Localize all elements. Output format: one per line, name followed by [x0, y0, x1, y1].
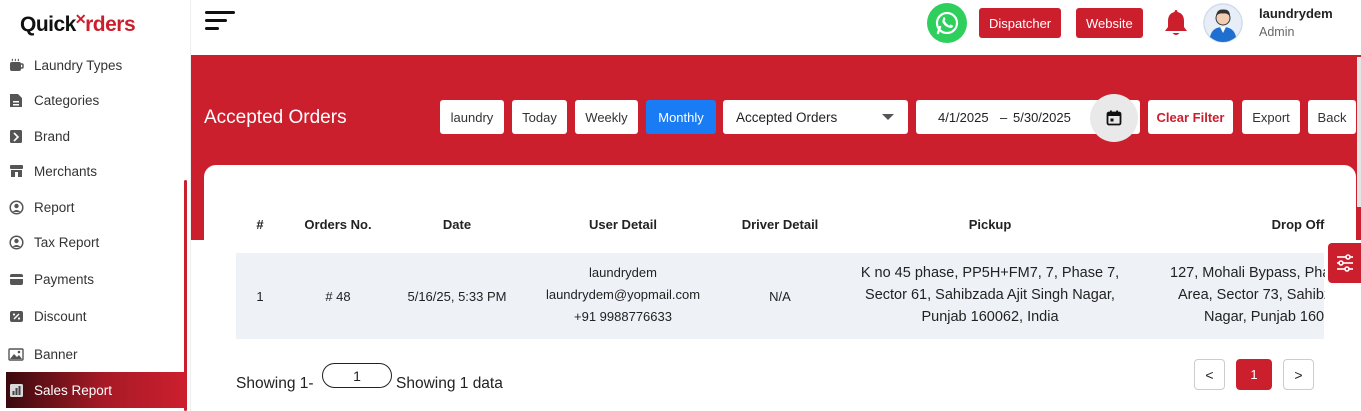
row-user-detail: laundrydem laundrydem@yopmail.com +91 99… [528, 262, 718, 328]
settings-sliders-icon[interactable] [1328, 243, 1361, 283]
sidebar-item-label: Merchants [34, 163, 98, 179]
sidebar-item-sales-report[interactable]: Sales Report [6, 372, 186, 408]
row-drop-off: 127, Mohali Bypass, Pha Area, Sector 73,… [1160, 262, 1325, 328]
notification-bell-icon[interactable] [1163, 8, 1189, 38]
avatar[interactable] [1203, 3, 1243, 43]
report-icon [8, 199, 24, 215]
row-pickup: K no 45 phase, PP5H+FM7, 7, Phase 7, Sec… [840, 262, 1140, 328]
sidebar-item-label: Sales Report [34, 382, 113, 398]
row-pickup-line: K no 45 phase, PP5H+FM7, 7, Phase 7, [860, 265, 1120, 281]
row-user-name: laundrydem [589, 265, 657, 280]
prev-page-button[interactable]: < [1194, 359, 1225, 390]
column-header-pickup: Pickup [968, 217, 1012, 232]
page-scrollbar[interactable] [1357, 57, 1361, 207]
calendar-icon[interactable] [1090, 94, 1138, 142]
column-header-drop-off: Drop Off [1271, 217, 1325, 232]
banner-icon [8, 346, 24, 362]
row-pickup-line: Punjab 160062, India [921, 309, 1059, 325]
brand-logo-part2: rders [85, 13, 136, 36]
merchants-icon [8, 163, 24, 179]
column-header-date: Date [442, 217, 472, 232]
sidebar-item-discount[interactable]: Discount [0, 298, 184, 334]
sidebar-item-banner[interactable]: Banner [0, 336, 184, 372]
sidebar-item-label: Categories [34, 92, 100, 108]
showing-suffix: Showing 1 data [396, 375, 503, 392]
dispatcher-button[interactable]: Dispatcher [979, 8, 1062, 38]
filter-monthly-button[interactable]: Monthly [646, 100, 716, 134]
row-user-email: laundrydem@yopmail.com [545, 287, 701, 302]
export-button[interactable]: Export [1242, 100, 1300, 134]
row-driver-detail: N/A [769, 289, 791, 304]
whatsapp-icon[interactable] [927, 3, 967, 43]
laundry-icon [8, 57, 24, 73]
tax-report-icon [8, 234, 24, 250]
brand-icon [8, 128, 24, 144]
topbar: Dispatcher Website laundrydem Admin [191, 0, 1361, 55]
back-button[interactable]: Back [1308, 100, 1356, 134]
page-size-input[interactable] [322, 363, 392, 388]
date-separator: – [1000, 110, 1008, 125]
row-user-phone: +91 9988776633 [574, 309, 672, 324]
brand-logo-part1: Quick [20, 13, 76, 36]
user-name: laundrydem [1259, 6, 1333, 21]
chevron-down-icon [882, 114, 894, 120]
row-drop-line: 127, Mohali Bypass, Pha [1170, 265, 1325, 281]
sidebar-item-tax-report[interactable]: Tax Report [0, 224, 184, 260]
sidebar: Quick ✕ rders Laundry Types Categories Bra… [0, 0, 191, 411]
discount-icon [8, 308, 24, 324]
sidebar-item-payments[interactable]: Payments [0, 261, 184, 297]
sidebar-item-label: Payments [34, 271, 95, 287]
filter-laundry-button[interactable]: laundry [440, 100, 504, 134]
column-header-order-no: Orders No. [304, 217, 372, 232]
brand-logo[interactable]: Quick ✕ rders [20, 10, 136, 40]
sidebar-item-label: Discount [34, 308, 87, 324]
row-drop-line: Nagar, Punjab 160 [1204, 309, 1325, 325]
row-drop-line: Area, Sector 73, Sahibz [1178, 287, 1325, 303]
menu-toggle-icon[interactable] [205, 11, 237, 35]
filter-weekly-button[interactable]: Weekly [575, 100, 638, 134]
sidebar-scrollbar[interactable] [184, 180, 187, 411]
date-from: 4/1/2025 [938, 110, 989, 125]
status-select-value: Accepted Orders [736, 109, 838, 125]
sidebar-item-label: Brand [34, 128, 71, 144]
next-page-button[interactable]: > [1283, 359, 1314, 390]
payments-icon [8, 271, 24, 287]
brand-x-icon: ✕ [74, 10, 87, 27]
categories-icon [8, 92, 24, 108]
column-header-driver-detail: Driver Detail [741, 217, 819, 232]
sidebar-item-report[interactable]: Report [0, 189, 184, 225]
sidebar-item-categories[interactable]: Categories [0, 82, 184, 118]
filter-today-button[interactable]: Today [512, 100, 567, 134]
row-pickup-line: Sector 61, Sahibzada Ajit Singh Nagar, [865, 287, 1115, 303]
sidebar-item-brand[interactable]: Brand [0, 118, 184, 154]
sidebar-item-laundry-types[interactable]: Laundry Types [0, 47, 184, 83]
date-to: 5/30/2025 [1013, 110, 1071, 125]
showing-prefix: Showing 1- [236, 375, 314, 392]
column-header-user-detail: User Detail [589, 217, 657, 232]
page-title: Accepted Orders [204, 107, 347, 128]
sidebar-item-merchants[interactable]: Merchants [0, 153, 184, 189]
website-button[interactable]: Website [1076, 8, 1143, 38]
page-button-current[interactable]: 1 [1236, 359, 1272, 390]
orders-card: # Orders No. Date User Detail Driver Det… [204, 165, 1356, 411]
sidebar-item-label: Banner [34, 346, 78, 362]
sidebar-item-label: Laundry Types [34, 57, 123, 73]
sidebar-item-label: Tax Report [34, 234, 100, 250]
column-header-index: # [256, 217, 264, 232]
row-index: 1 [256, 289, 264, 304]
row-date: 5/16/25, 5:33 PM [407, 289, 507, 304]
clear-filter-button[interactable]: Clear Filter [1148, 100, 1233, 134]
sidebar-item-label: Report [34, 199, 75, 215]
row-order-no[interactable]: # 48 [288, 289, 388, 304]
user-role: Admin [1259, 25, 1295, 39]
sales-report-icon [8, 382, 24, 398]
status-select[interactable]: Accepted Orders [723, 100, 908, 134]
